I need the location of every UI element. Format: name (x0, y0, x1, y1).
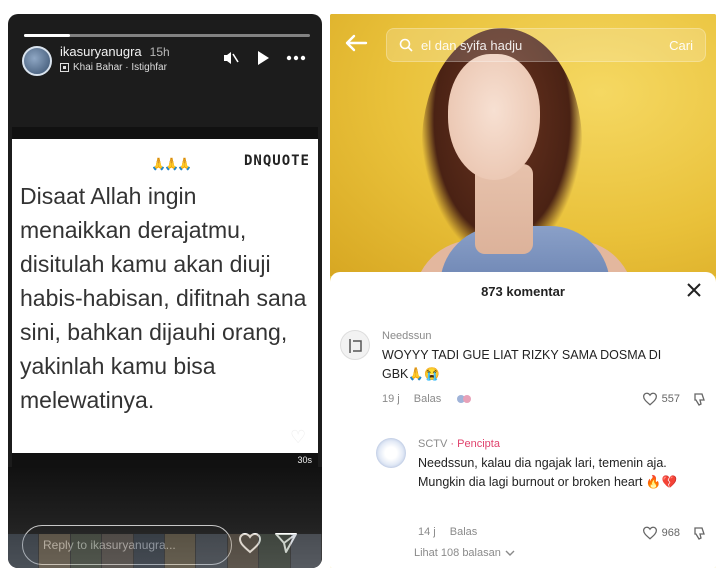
brand-logo: DNQUOTE (243, 153, 310, 169)
avatar[interactable] (376, 438, 406, 468)
search-input[interactable]: el dan syifa hadju Cari (386, 28, 706, 62)
comment-item: SCTV · Pencipta Needssun, kalau dia ngaj… (376, 438, 706, 540)
sticker-icon[interactable] (455, 392, 473, 406)
view-replies-button[interactable]: Lihat 108 balasan (414, 547, 515, 559)
like-icon[interactable] (642, 392, 658, 406)
comment-item: Needssun WOYYY TADI GUE LIAT RIZKY SAMA … (340, 330, 706, 430)
comment-count: 873 komentar (481, 284, 565, 299)
portrait-photo (448, 54, 540, 180)
story-watermark: 30s (297, 455, 312, 465)
reply-button[interactable]: Balas (414, 393, 442, 405)
back-arrow-icon[interactable] (344, 34, 368, 52)
reply-button[interactable]: Balas (450, 526, 478, 538)
like-count: 557 (661, 393, 680, 405)
mute-icon[interactable] (222, 50, 240, 66)
like-count: 968 (661, 527, 680, 539)
search-button[interactable]: Cari (669, 38, 693, 53)
screenshot-collage: ikasuryanugra 15h Khai Bahar · Istighfar (0, 0, 720, 574)
quote-card: 🙏🙏🙏 DNQUOTE Disaat Allah ingin menaikkan… (12, 127, 318, 467)
comment-age: 19 j (382, 393, 400, 405)
chevron-down-icon (505, 550, 515, 556)
quote-text: Disaat Allah ingin menaikkan derajatmu, … (20, 183, 307, 413)
play-icon[interactable] (256, 50, 270, 66)
tiktok-screen: el dan syifa hadju Cari 873 komentar Nee… (330, 14, 716, 568)
comment-text: WOYYY TADI GUE LIAT RIZKY SAMA DOSMA DI … (382, 348, 662, 381)
story-username[interactable]: ikasuryanugra (60, 44, 142, 59)
story-progress-bar (24, 34, 310, 37)
comment-text: Needssun, kalau dia ngajak lari, temenin… (418, 456, 678, 489)
comment-username[interactable]: Needssun (382, 330, 432, 342)
dislike-icon[interactable] (692, 526, 706, 540)
author-badge: · Pencipta (450, 438, 500, 450)
story-header: ikasuryanugra 15h Khai Bahar · Istighfar (22, 44, 308, 84)
comment-age: 14 j (418, 526, 436, 538)
close-icon[interactable] (684, 280, 704, 300)
comment-username[interactable]: SCTV · Pencipta (418, 438, 500, 450)
search-query: el dan syifa hadju (421, 38, 523, 53)
avatar[interactable] (340, 330, 370, 360)
like-icon[interactable] (642, 526, 658, 540)
search-bar: el dan syifa hadju Cari (330, 14, 716, 70)
comments-panel: 873 komentar Needssun WOYYY TADI GUE LIA… (330, 272, 716, 568)
heart-watermark-icon: ♡ (290, 427, 307, 447)
story-footer: Reply to ikasuryanugra... (8, 467, 322, 568)
instagram-story: ikasuryanugra 15h Khai Bahar · Istighfar (8, 14, 322, 568)
story-time: 15h (149, 45, 170, 59)
emoji-praying-hands: 🙏🙏🙏 (151, 157, 192, 171)
search-icon (399, 38, 413, 52)
avatar[interactable] (22, 46, 52, 76)
more-icon[interactable] (286, 55, 306, 61)
story-music[interactable]: Khai Bahar · Istighfar (73, 62, 167, 73)
dislike-icon[interactable] (692, 392, 706, 406)
music-icon (60, 63, 69, 72)
story-thumbnails (8, 534, 322, 568)
